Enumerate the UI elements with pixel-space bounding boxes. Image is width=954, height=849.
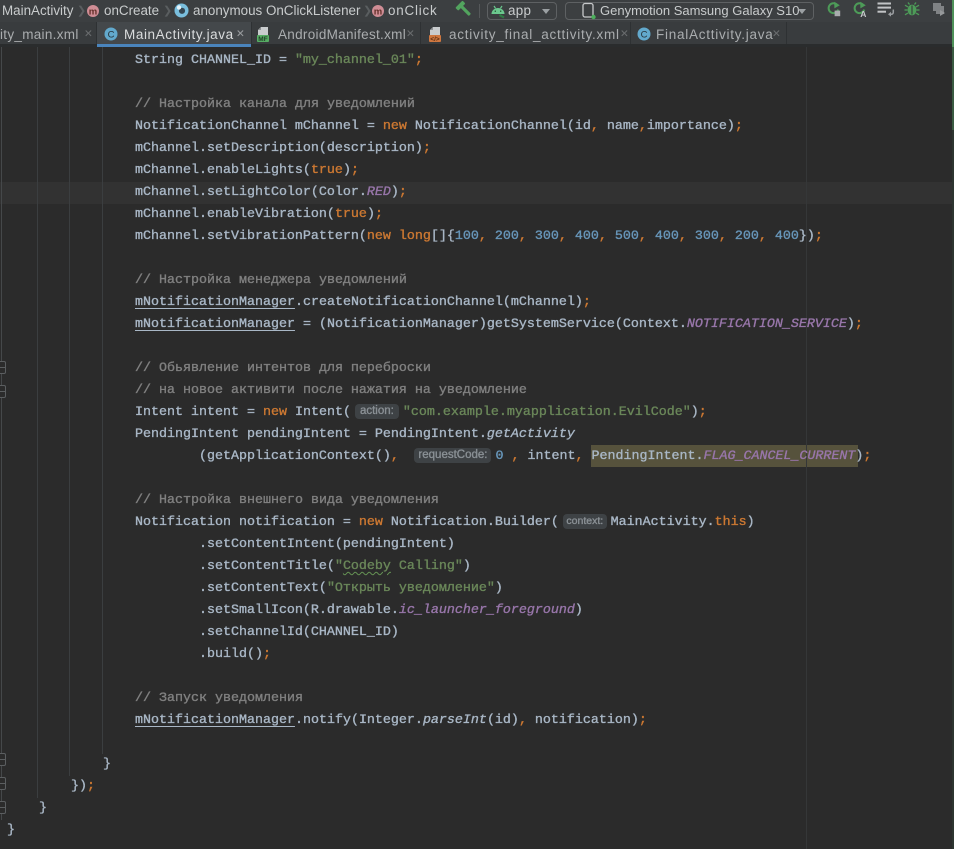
svg-text:C: C <box>641 30 648 41</box>
svg-text:A: A <box>860 9 866 18</box>
svg-text:</>: </> <box>430 36 440 43</box>
svg-text:MF: MF <box>258 36 267 43</box>
svg-text:C: C <box>108 30 115 41</box>
svg-text:m: m <box>374 7 382 18</box>
svg-text:m: m <box>89 7 97 18</box>
